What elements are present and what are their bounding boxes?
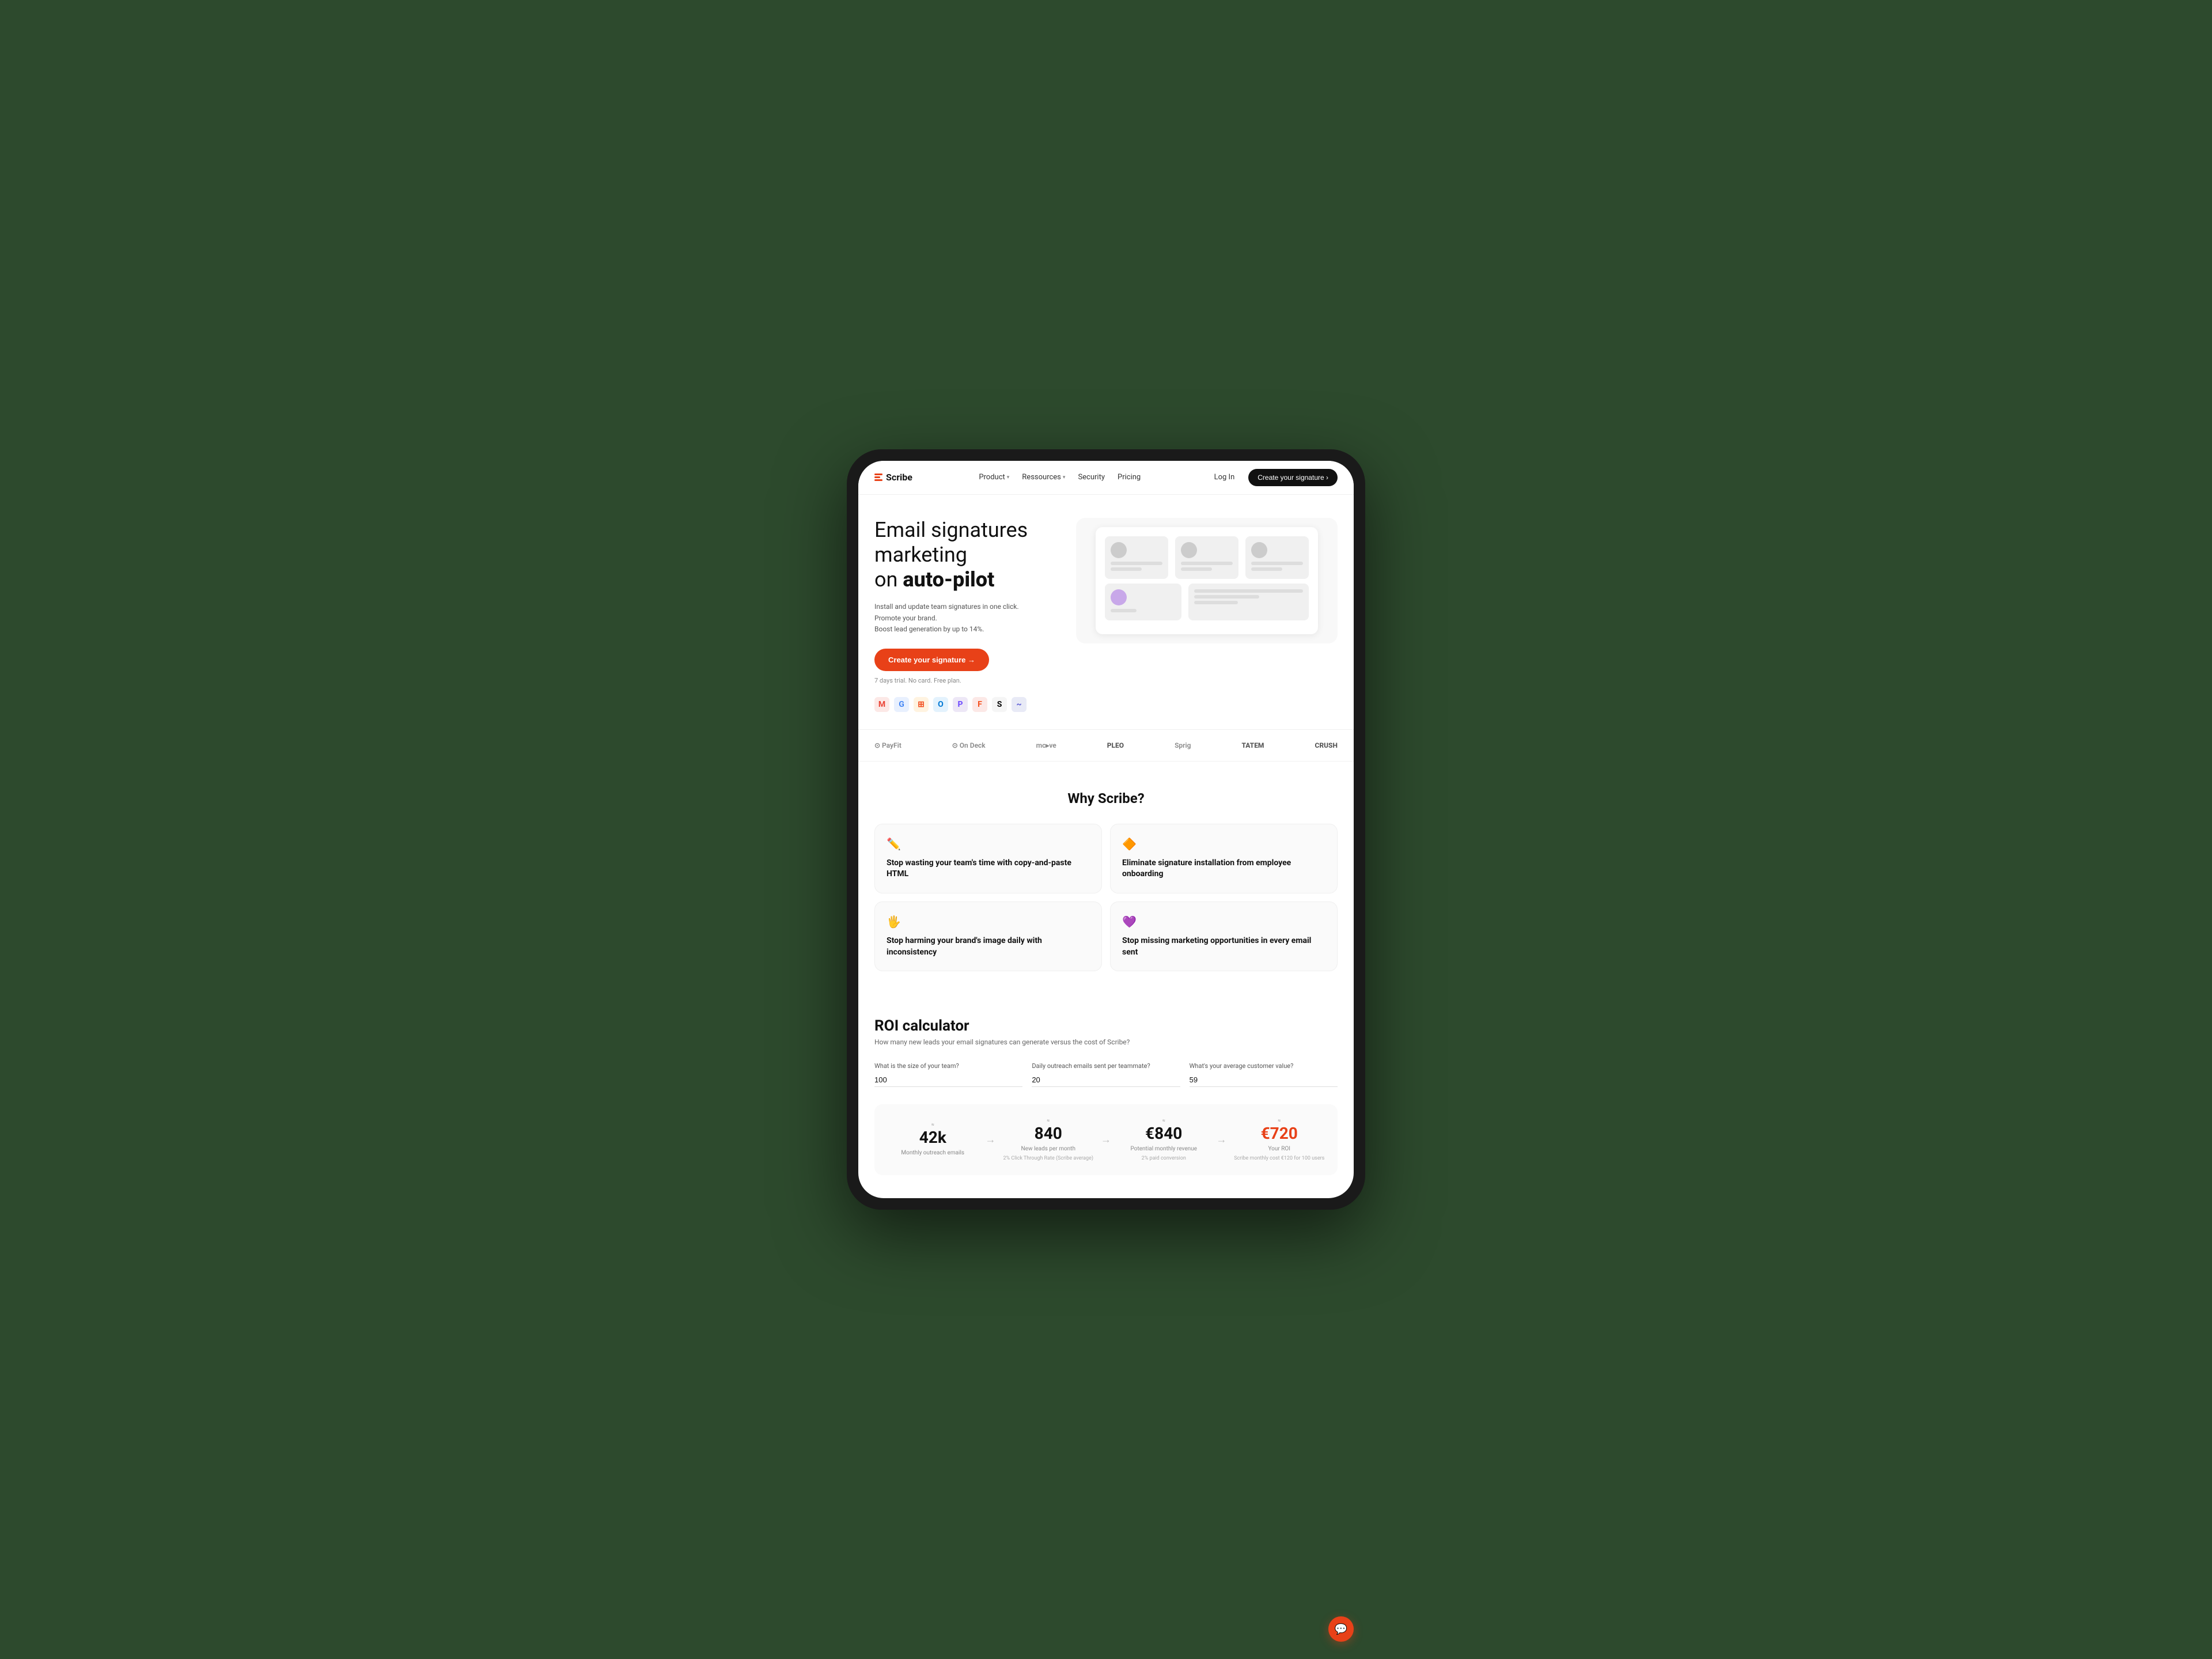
why-card-3-title: Stop harming your brand's image daily wi… bbox=[887, 935, 1090, 958]
roi-num-emails: 42k bbox=[886, 1128, 980, 1147]
why-card-2: 🔶 Eliminate signature installation from … bbox=[1110, 824, 1338, 893]
why-title: Why Scribe? bbox=[874, 790, 1338, 806]
roi-team-label: What is the size of your team? bbox=[874, 1062, 1022, 1070]
roi-subtitle: How many new leads your email signatures… bbox=[874, 1038, 1338, 1046]
roi-result-emails: ≈ 42k Monthly outreach emails bbox=[886, 1122, 980, 1157]
logo-crush: CRUSH bbox=[1315, 741, 1337, 749]
hero-content: Email signatures marketing on auto-pilot… bbox=[874, 518, 1059, 712]
hero-subtitle: Install and update team signatures in on… bbox=[874, 601, 1059, 635]
why-card-2-title: Eliminate signature installation from em… bbox=[1122, 858, 1325, 880]
nav-pricing[interactable]: Pricing bbox=[1118, 473, 1141, 482]
navbar: Scribe Product ▾ Ressources ▾ Security P… bbox=[858, 461, 1354, 495]
nav-security[interactable]: Security bbox=[1078, 473, 1105, 482]
integration-icons: M G ⊞ O P F S ~ bbox=[874, 697, 1059, 712]
why-card-4-title: Stop missing marketing opportunities in … bbox=[1122, 935, 1325, 958]
roi-value-label: What's your average customer value? bbox=[1190, 1062, 1338, 1070]
roi-sub-revenue: 2% paid conversion bbox=[1117, 1156, 1211, 1161]
arrow-icon-1: → bbox=[986, 1134, 996, 1146]
roi-result-leads: ≈ 840 New leads per month 2% Click Throu… bbox=[1002, 1118, 1096, 1161]
roi-num-revenue: €840 bbox=[1117, 1124, 1211, 1143]
roi-emails-label: Daily outreach emails sent per teammate? bbox=[1032, 1062, 1180, 1070]
roi-num-leads: 840 bbox=[1002, 1124, 1096, 1143]
chevron-down-icon: ▾ bbox=[1007, 475, 1010, 480]
navbar-actions: Log In Create your signature › bbox=[1207, 469, 1338, 486]
why-cards-grid: ✏️ Stop wasting your team's time with co… bbox=[874, 824, 1338, 971]
why-card-1: ✏️ Stop wasting your team's time with co… bbox=[874, 824, 1102, 893]
why-card-3: 🖐️ Stop harming your brand's image daily… bbox=[874, 902, 1102, 971]
why-section: Why Scribe? ✏️ Stop wasting your team's … bbox=[858, 762, 1354, 988]
why-card-4: 💜 Stop missing marketing opportunities i… bbox=[1110, 902, 1338, 971]
proton-icon: P bbox=[953, 697, 968, 712]
roi-num-final: €720 bbox=[1233, 1124, 1327, 1143]
hero-title: Email signatures marketing on auto-pilot bbox=[874, 518, 1059, 593]
gmail-icon: M bbox=[874, 697, 889, 712]
microsoft-icon: ⊞ bbox=[914, 697, 929, 712]
why-card-1-title: Stop wasting your team's time with copy-… bbox=[887, 858, 1090, 880]
hand-icon: 🖐️ bbox=[887, 915, 1090, 929]
roi-label-leads: New leads per month bbox=[1002, 1145, 1096, 1153]
phone-screen: Scribe Product ▾ Ressources ▾ Security P… bbox=[858, 461, 1354, 1199]
logo-tatem: TATEM bbox=[1241, 741, 1264, 749]
brand-logo[interactable]: Scribe bbox=[874, 472, 912, 483]
login-button[interactable]: Log In bbox=[1207, 469, 1242, 485]
diamond-icon: 🔶 bbox=[1122, 837, 1325, 851]
nav-resources[interactable]: Ressources ▾ bbox=[1022, 473, 1065, 482]
logo-icon bbox=[874, 474, 882, 481]
roi-results: ≈ 42k Monthly outreach emails → ≈ 840 Ne… bbox=[874, 1104, 1338, 1175]
roi-input-emails: Daily outreach emails sent per teammate? bbox=[1032, 1062, 1180, 1087]
superhuman-icon: S bbox=[992, 697, 1007, 712]
nav-links: Product ▾ Ressources ▾ Security Pricing bbox=[979, 473, 1141, 482]
roi-team-input[interactable] bbox=[874, 1073, 1022, 1087]
create-signature-nav-button[interactable]: Create your signature › bbox=[1248, 469, 1338, 486]
brand-name: Scribe bbox=[886, 472, 912, 483]
pencil-icon: ✏️ bbox=[887, 837, 1090, 851]
front-icon: F bbox=[972, 697, 987, 712]
logo-mcove: mc▸ve bbox=[1036, 741, 1056, 749]
roi-input-team: What is the size of your team? bbox=[874, 1062, 1022, 1087]
nav-product[interactable]: Product ▾ bbox=[979, 473, 1009, 482]
roi-input-value: What's your average customer value? bbox=[1190, 1062, 1338, 1087]
chat-bubble[interactable]: 💬 bbox=[1328, 1616, 1354, 1642]
logo-pleo: PLEO bbox=[1107, 741, 1124, 749]
roi-emails-input[interactable] bbox=[1032, 1073, 1180, 1087]
hero-preview bbox=[1076, 518, 1338, 643]
logo-payfit: ⊙ PayFit bbox=[874, 741, 902, 749]
roi-label-emails: Monthly outreach emails bbox=[886, 1149, 980, 1157]
roi-result-final: ≈ €720 Your ROI Scribe monthly cost €120… bbox=[1233, 1118, 1327, 1161]
logo-sprig: Sprig bbox=[1175, 741, 1191, 749]
trial-text: 7 days trial. No card. Free plan. bbox=[874, 677, 1059, 684]
create-signature-hero-button[interactable]: Create your signature → bbox=[874, 649, 989, 671]
hero-section: Email signatures marketing on auto-pilot… bbox=[858, 495, 1354, 729]
roi-sub-leads: 2% Click Through Rate (Scribe average) bbox=[1002, 1156, 1096, 1161]
chevron-down-icon: ▾ bbox=[1063, 475, 1066, 480]
roi-value-input[interactable] bbox=[1190, 1073, 1338, 1087]
spike-icon: ~ bbox=[1012, 697, 1027, 712]
roi-label-final: Your ROI bbox=[1233, 1145, 1327, 1153]
roi-section: ROI calculator How many new leads your e… bbox=[858, 988, 1354, 1198]
arrow-icon-2: → bbox=[1101, 1134, 1111, 1146]
roi-inputs: What is the size of your team? Daily out… bbox=[874, 1062, 1338, 1087]
roi-sub-final: Scribe monthly cost €120 for 100 users bbox=[1233, 1156, 1327, 1161]
roi-label-revenue: Potential monthly revenue bbox=[1117, 1145, 1211, 1153]
signature-preview-card bbox=[1096, 527, 1318, 634]
logos-section: ⊙ PayFit ⊙ On Deck mc▸ve PLEO Sprig TATE… bbox=[858, 729, 1354, 762]
roi-result-revenue: ≈ €840 Potential monthly revenue 2% paid… bbox=[1117, 1118, 1211, 1161]
arrow-icon-3: → bbox=[1217, 1134, 1227, 1146]
logo-ondeck: ⊙ On Deck bbox=[952, 741, 986, 749]
megaphone-icon: 💜 bbox=[1122, 915, 1325, 929]
gsuite-icon: G bbox=[894, 697, 909, 712]
outlook-icon: O bbox=[933, 697, 948, 712]
chat-icon: 💬 bbox=[1335, 1623, 1347, 1635]
phone-frame: Scribe Product ▾ Ressources ▾ Security P… bbox=[847, 449, 1365, 1210]
roi-title: ROI calculator bbox=[874, 1017, 1338, 1035]
